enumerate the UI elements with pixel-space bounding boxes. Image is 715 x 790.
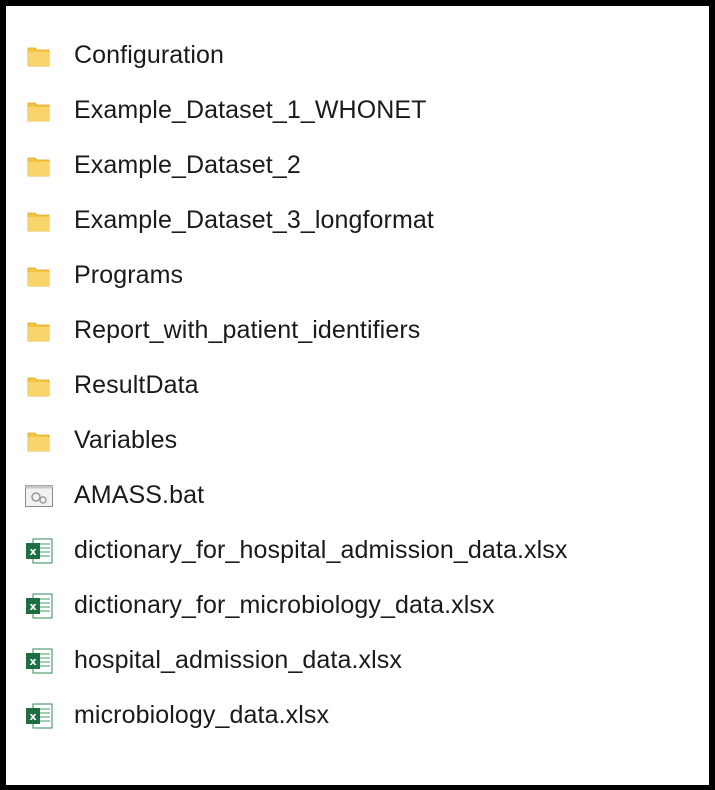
file-item-resultdata[interactable]: ResultData [20,358,567,413]
batch-file-icon [20,481,58,511]
svg-text:x: x [29,545,36,558]
file-name: microbiology_data.xlsx [74,701,330,729]
file-item-dictionary-for-hospital-admission-data[interactable]: x dictionary_for_hospital_admission_data… [20,523,567,578]
excel-file-icon: x [20,591,58,621]
folder-icon [20,151,58,181]
folder-icon [20,41,58,71]
file-item-example-dataset-2[interactable]: Example_Dataset_2 [20,138,567,193]
file-name: AMASS.bat [74,481,205,509]
file-name: Example_Dataset_1_WHONET [74,96,427,124]
file-name: dictionary_for_hospital_admission_data.x… [74,536,568,564]
file-item-configuration[interactable]: Configuration [20,28,567,83]
file-list: Configuration Example_Dataset_1_WHONET E… [20,28,567,743]
file-item-programs[interactable]: Programs [20,248,567,303]
folder-icon [20,371,58,401]
file-item-variables[interactable]: Variables [20,413,567,468]
file-name: Variables [74,426,178,454]
file-name: hospital_admission_data.xlsx [74,646,402,674]
file-item-hospital-admission-data[interactable]: x hospital_admission_data.xlsx [20,633,567,688]
excel-file-icon: x [20,701,58,731]
folder-icon [20,261,58,291]
file-name: Example_Dataset_3_longformat [74,206,434,234]
file-name: ResultData [74,371,199,399]
file-item-example-dataset-1-whonet[interactable]: Example_Dataset_1_WHONET [20,83,567,138]
folder-icon [20,426,58,456]
excel-file-icon: x [20,536,58,566]
svg-text:x: x [29,600,36,613]
file-name: Programs [74,261,184,289]
file-name: Example_Dataset_2 [74,151,301,179]
file-name: dictionary_for_microbiology_data.xlsx [74,591,495,619]
file-name: Report_with_patient_identifiers [74,316,421,344]
file-item-report-with-patient-identifiers[interactable]: Report_with_patient_identifiers [20,303,567,358]
file-item-microbiology-data[interactable]: x microbiology_data.xlsx [20,688,567,743]
folder-icon [20,316,58,346]
file-item-amass-bat[interactable]: AMASS.bat [20,468,567,523]
file-name: Configuration [74,41,225,69]
file-explorer-window: Configuration Example_Dataset_1_WHONET E… [0,0,715,790]
svg-text:x: x [29,710,36,723]
folder-icon [20,96,58,126]
file-item-dictionary-for-microbiology-data[interactable]: x dictionary_for_microbiology_data.xlsx [20,578,567,633]
excel-file-icon: x [20,646,58,676]
file-item-example-dataset-3-longformat[interactable]: Example_Dataset_3_longformat [20,193,567,248]
svg-text:x: x [29,655,36,668]
folder-icon [20,206,58,236]
